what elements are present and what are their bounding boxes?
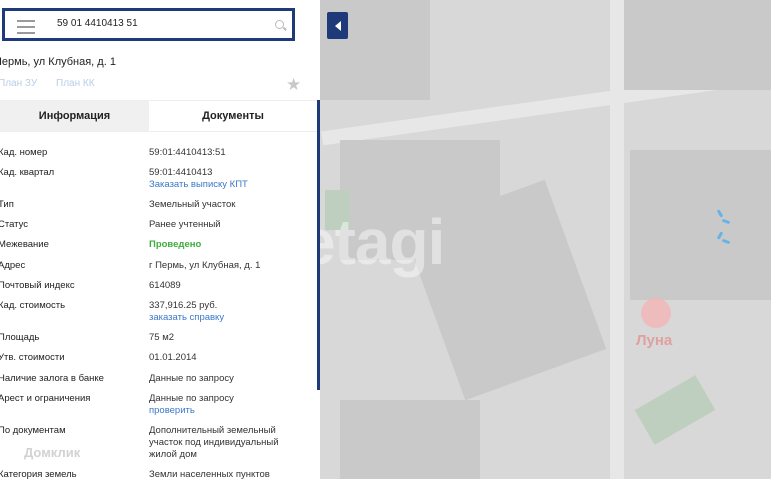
domclick-watermark: Домклик bbox=[24, 445, 81, 460]
status-label: Статус bbox=[0, 219, 29, 230]
collapse-panel-button[interactable] bbox=[327, 12, 348, 39]
loading-spinner-icon bbox=[710, 209, 736, 250]
tab-documents[interactable]: Документы bbox=[149, 101, 317, 131]
plan-zu-link[interactable]: План ЗУ bbox=[0, 78, 37, 89]
postal-label: Почтовый индекс bbox=[0, 280, 75, 291]
collapse-arrow-icon bbox=[334, 20, 341, 31]
check-link[interactable]: проверить bbox=[149, 405, 309, 417]
area-value: 75 м2 bbox=[149, 332, 175, 343]
address-label: Адрес bbox=[0, 260, 26, 271]
tab-information[interactable]: Информация bbox=[0, 101, 149, 131]
type-value: Земельный участок bbox=[149, 199, 236, 210]
star-icon[interactable]: ★ bbox=[286, 75, 301, 95]
order-kpt-link[interactable]: Заказать выписку КПТ bbox=[149, 179, 309, 191]
cad-quarter-label: Кад. квартал bbox=[0, 167, 55, 178]
info-panel: Пермь, ул Клубная, д. 1 План ЗУ План КК … bbox=[0, 0, 320, 479]
search-bar bbox=[2, 8, 295, 41]
arrest-value: Данные по запросу bbox=[149, 393, 234, 404]
by-docs-label: По документам bbox=[0, 425, 66, 436]
by-docs-value: Дополнительный земельный участок под инд… bbox=[149, 425, 279, 460]
plan-kk-link[interactable]: План КК bbox=[56, 78, 95, 89]
area-label: Площадь bbox=[0, 332, 40, 343]
search-icon[interactable] bbox=[275, 20, 284, 29]
status-value: Ранее учтенный bbox=[149, 219, 221, 230]
survey-label: Межевание bbox=[0, 239, 49, 250]
address-title: Пермь, ул Клубная, д. 1 bbox=[0, 56, 116, 68]
pledge-label: Наличие залога в банке bbox=[0, 373, 104, 384]
land-category-label: Категория земель bbox=[0, 469, 77, 479]
postal-value: 614089 bbox=[149, 280, 181, 291]
menu-icon[interactable] bbox=[17, 20, 35, 38]
arrest-label: Арест и ограничения bbox=[0, 393, 91, 404]
cad-cost-value: 337,916.25 руб. bbox=[149, 300, 218, 311]
poi-label: Луна bbox=[636, 332, 673, 349]
cost-date-value: 01.01.2014 bbox=[149, 352, 197, 363]
etagi-watermark: etagi bbox=[300, 206, 445, 278]
panel-scrollbar[interactable] bbox=[317, 100, 320, 390]
cad-number-value: 59:01:4410413:51 bbox=[149, 147, 226, 158]
type-label: Тип bbox=[0, 199, 14, 210]
address-value: г Пермь, ул Клубная, д. 1 bbox=[149, 260, 261, 271]
pledge-value: Данные по запросу bbox=[149, 373, 234, 384]
search-input[interactable] bbox=[55, 17, 259, 30]
cad-number-label: Кад. номер bbox=[0, 147, 48, 158]
tabs: Информация Документы bbox=[0, 100, 317, 132]
cost-date-label: Утв. стоимости bbox=[0, 352, 65, 363]
cad-cost-label: Кад. стоимость bbox=[0, 300, 66, 311]
survey-value: Проведено bbox=[149, 239, 202, 250]
poi-marker-icon[interactable] bbox=[641, 298, 671, 328]
order-certificate-link[interactable]: заказать справку bbox=[149, 312, 309, 324]
land-category-value: Земли населенных пунктов bbox=[149, 469, 270, 479]
cad-quarter-value: 59:01:4410413 bbox=[149, 167, 213, 178]
